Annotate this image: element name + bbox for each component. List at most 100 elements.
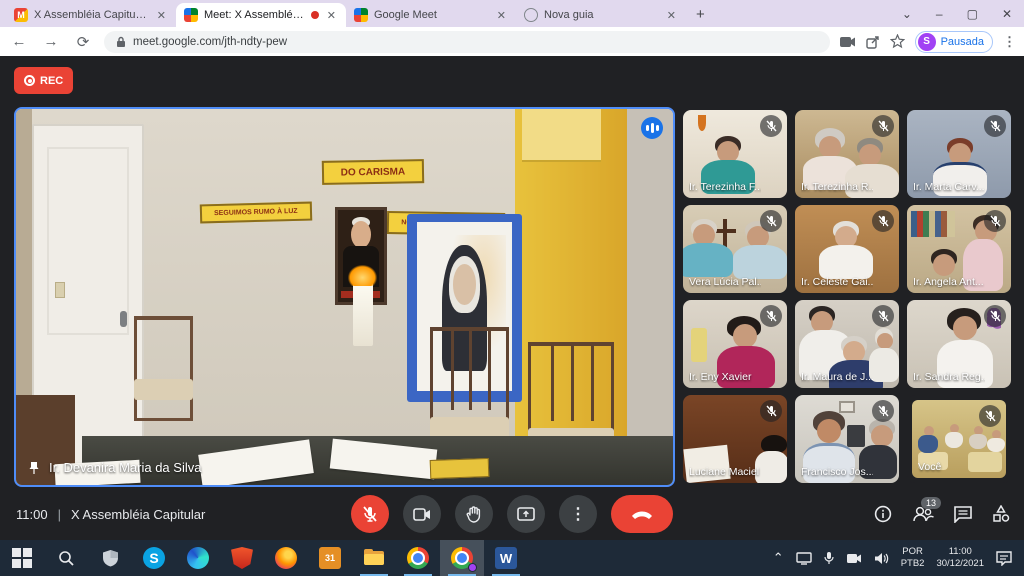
tab-new[interactable]: Nova guia ✕ (516, 3, 686, 27)
self-view-tile[interactable]: Você (907, 395, 1011, 483)
tab-close-icon[interactable]: ✕ (495, 9, 508, 22)
taskbar-calendar[interactable]: 31 (308, 540, 352, 576)
recording-dot-icon (311, 11, 319, 19)
defender-icon (102, 549, 119, 567)
word-icon: W (495, 547, 517, 569)
chat-button[interactable] (954, 506, 972, 523)
globe-icon (524, 8, 538, 22)
main-video-tile[interactable]: Do Carisma Seguimos rumo à Luz Nosso Ser… (14, 107, 675, 487)
chrome-icon (407, 547, 429, 569)
bookmark-star-icon[interactable] (890, 34, 905, 49)
participant-tile[interactable]: Francisco Jos... (795, 395, 899, 483)
maximize-button[interactable]: ▢ (955, 7, 990, 21)
call-controls: ⋮ (351, 495, 673, 533)
meeting-details-button[interactable] (874, 505, 892, 523)
chat-icon (954, 506, 972, 523)
taskbar-chrome-active[interactable] (440, 540, 484, 576)
participant-tile[interactable]: Ir. Marta Carv... (907, 110, 1011, 198)
close-window-button[interactable]: ✕ (990, 7, 1024, 21)
tray-mic-icon[interactable] (824, 551, 834, 565)
taskbar-explorer[interactable] (352, 540, 396, 576)
taskbar-edge[interactable] (176, 540, 220, 576)
participant-name: Francisco Jos... (801, 466, 873, 478)
taskbar-word[interactable]: W (484, 540, 528, 576)
language-indicator[interactable]: POR PTB2 (901, 546, 925, 570)
address-bar[interactable]: meet.google.com/jth-ndty-pew (104, 31, 830, 53)
recording-badge: REC (14, 67, 73, 94)
search-icon (58, 550, 74, 566)
explorer-icon (363, 547, 385, 569)
participant-name: Ir. Marta Carv... (913, 181, 985, 193)
mic-muted-icon (872, 305, 894, 327)
participant-tile[interactable]: Ir. Angela Ant... (907, 205, 1011, 293)
present-button[interactable] (507, 495, 545, 533)
meeting-info: 11:00 | X Assembléia Capitular (16, 507, 205, 522)
tab-google-meet[interactable]: Google Meet ✕ (346, 3, 516, 27)
browser-menu-icon[interactable]: ⋮ (1003, 34, 1016, 50)
avatar: S (918, 33, 936, 51)
display-icon[interactable] (796, 552, 812, 565)
tab-title: X Assembléia Capitular - eliane.c (34, 9, 149, 21)
chair (134, 316, 193, 421)
share-icon[interactable] (866, 35, 880, 49)
participant-name: Ir. Sandra Reg... (913, 371, 985, 383)
mic-muted-icon (760, 210, 782, 232)
participant-tile[interactable]: Ir. Eny Xavier (683, 300, 787, 388)
participant-name: Vera Lúcia Pal... (689, 276, 761, 288)
profile-chip[interactable]: S Pausada (915, 31, 993, 53)
clock-date[interactable]: 11:00 30/12/2021 (936, 546, 984, 570)
tab-meet-active[interactable]: Meet: X Assembléia Capitula ✕ (176, 3, 346, 27)
taskbar-brave[interactable] (220, 540, 264, 576)
speaker-label: Ir. Devanira Maria da Silva (28, 460, 201, 475)
reload-button[interactable]: ⟳ (72, 33, 94, 51)
activities-button[interactable] (992, 505, 1010, 523)
main-video-scene: Do Carisma Seguimos rumo à Luz Nosso Ser… (16, 109, 673, 485)
tab-gmail[interactable]: M X Assembléia Capitular - eliane.c ✕ (6, 3, 176, 27)
notifications-icon[interactable] (996, 551, 1012, 566)
tab-search-icon[interactable]: ⌄ (890, 7, 924, 21)
taskbar-skype[interactable]: S (132, 540, 176, 576)
minimize-button[interactable]: – (924, 7, 955, 21)
leave-call-button[interactable] (611, 495, 673, 533)
participant-tile[interactable]: Ir. Sandra Reg... (907, 300, 1011, 388)
camera-toggle-button[interactable] (403, 495, 441, 533)
tab-media-icon[interactable] (840, 36, 856, 48)
mic-muted-icon (984, 305, 1006, 327)
activities-icon (992, 505, 1010, 523)
participant-tile[interactable]: Ir. Terezinha R... (795, 110, 899, 198)
taskbar-defender[interactable] (88, 540, 132, 576)
more-options-button[interactable]: ⋮ (559, 495, 597, 533)
taskbar-search-button[interactable] (44, 540, 88, 576)
tab-title: Meet: X Assembléia Capitula (204, 9, 305, 21)
mic-muted-icon (760, 305, 782, 327)
tab-close-icon[interactable]: ✕ (155, 9, 168, 22)
participant-grid: Ir. Terezinha F... Ir. Terezinha R... Ir… (683, 110, 1015, 486)
speaker-name: Ir. Devanira Maria da Silva (49, 460, 201, 475)
participant-tile[interactable]: Ir. Celeste Gai... (795, 205, 899, 293)
tray-camera-icon[interactable] (846, 553, 862, 564)
audio-indicator-icon (641, 117, 663, 139)
participants-button[interactable]: 13 (912, 506, 934, 522)
participant-tile[interactable]: Ir. Maura de J... (795, 300, 899, 388)
taskbar-firefox[interactable] (264, 540, 308, 576)
participant-tile[interactable]: Ir. Terezinha F... (683, 110, 787, 198)
participant-tile[interactable]: Luciane Maciel (683, 395, 787, 483)
mic-toggle-button[interactable] (351, 495, 389, 533)
hand-icon (466, 506, 482, 523)
speaker-icon[interactable] (874, 552, 889, 565)
participant-tile[interactable]: Vera Lúcia Pal... (683, 205, 787, 293)
start-button[interactable] (0, 540, 44, 576)
meet-page: REC Do Carisma Seguimos rumo à Luz Nosso… (0, 56, 1024, 540)
back-button[interactable]: ← (8, 33, 30, 50)
forward-button[interactable]: → (40, 33, 62, 50)
new-tab-button[interactable]: + (686, 6, 715, 27)
tab-close-icon[interactable]: ✕ (665, 9, 678, 22)
tab-close-icon[interactable]: ✕ (325, 9, 338, 22)
raise-hand-button[interactable] (455, 495, 493, 533)
candle (353, 282, 373, 346)
meeting-title: X Assembléia Capitular (71, 507, 205, 522)
participant-name: Ir. Celeste Gai... (801, 276, 873, 288)
profile-status-label: Pausada (941, 36, 984, 48)
tray-chevron-icon[interactable]: ⌃ (773, 550, 784, 566)
taskbar-chrome[interactable] (396, 540, 440, 576)
